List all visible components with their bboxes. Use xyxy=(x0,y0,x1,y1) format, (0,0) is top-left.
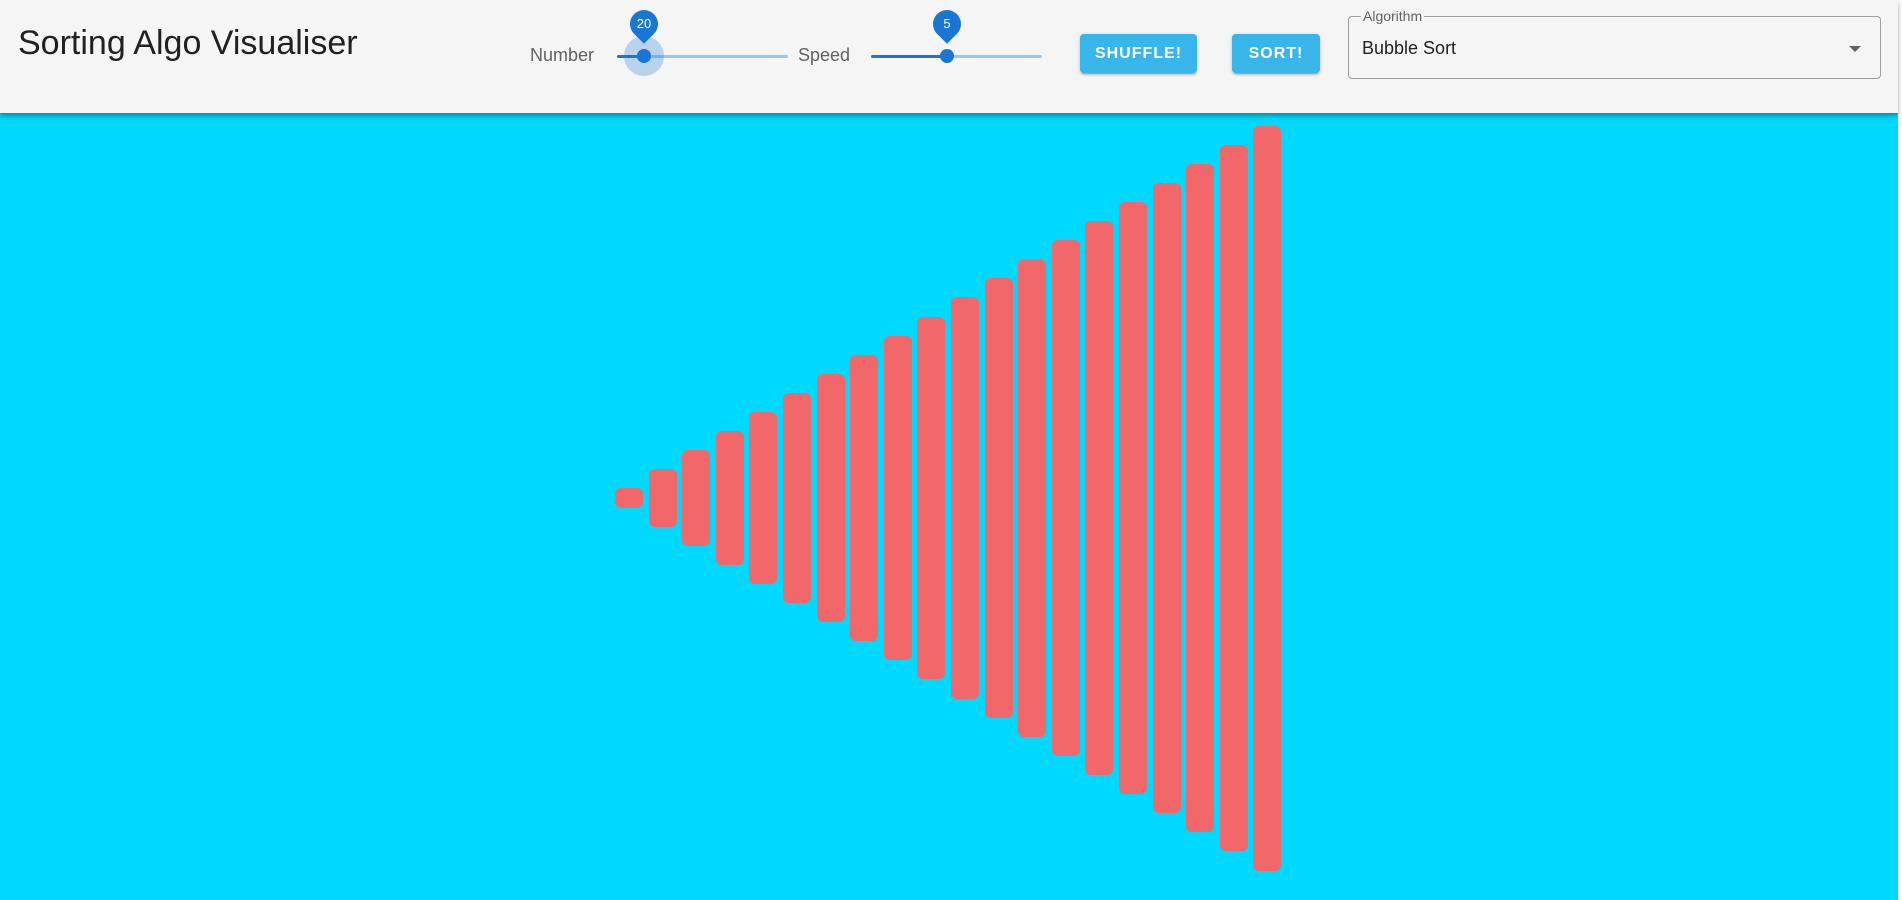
shuffle-button[interactable]: SHUFFLE! xyxy=(1080,34,1197,73)
array-bar xyxy=(749,412,778,584)
speed-slider-thumb[interactable] xyxy=(939,49,954,63)
dropdown-arrow-icon[interactable] xyxy=(1849,46,1861,52)
speed-slider[interactable]: 5 xyxy=(871,4,1042,68)
speed-value-text: 5 xyxy=(943,16,951,31)
algorithm-select-label: Algorithm xyxy=(1361,8,1425,24)
array-bar xyxy=(1152,182,1181,814)
array-bar xyxy=(816,373,845,623)
array-bar xyxy=(1119,201,1147,795)
array-bar xyxy=(1253,125,1282,871)
speed-slider-track xyxy=(871,55,947,58)
array-bar xyxy=(783,392,811,604)
number-value-label: 20 xyxy=(624,4,664,44)
array-bar xyxy=(1085,221,1114,775)
array-bar xyxy=(1186,163,1215,833)
array-bar xyxy=(648,469,677,527)
array-bar xyxy=(917,316,946,680)
array-bar xyxy=(984,278,1013,718)
sort-button[interactable]: SORT! xyxy=(1232,34,1320,73)
sorting-canvas xyxy=(0,113,1898,900)
array-bar xyxy=(883,335,912,661)
algorithm-select[interactable]: Algorithm Bubble Sort xyxy=(1348,8,1881,79)
speed-slider-label: Speed xyxy=(798,45,851,65)
app-title: Sorting Algo Visualiser xyxy=(18,24,358,62)
number-slider-label: Number xyxy=(530,45,595,65)
array-bar xyxy=(850,354,879,642)
array-bar xyxy=(682,450,711,546)
array-bar xyxy=(951,297,979,699)
number-value-text: 20 xyxy=(636,16,652,31)
array-bar xyxy=(715,431,744,565)
array-bar xyxy=(1018,259,1047,737)
number-slider-thumb[interactable] xyxy=(637,49,651,63)
array-bar xyxy=(615,488,643,508)
array-bar xyxy=(1051,240,1080,756)
speed-value-label: 5 xyxy=(927,4,967,44)
app-bar: Sorting Algo Visualiser Number 20 Speed … xyxy=(0,0,1898,113)
algorithm-select-value: Bubble Sort xyxy=(1362,38,1457,58)
array-bar xyxy=(1219,144,1248,852)
number-slider[interactable]: 20 xyxy=(617,4,788,76)
